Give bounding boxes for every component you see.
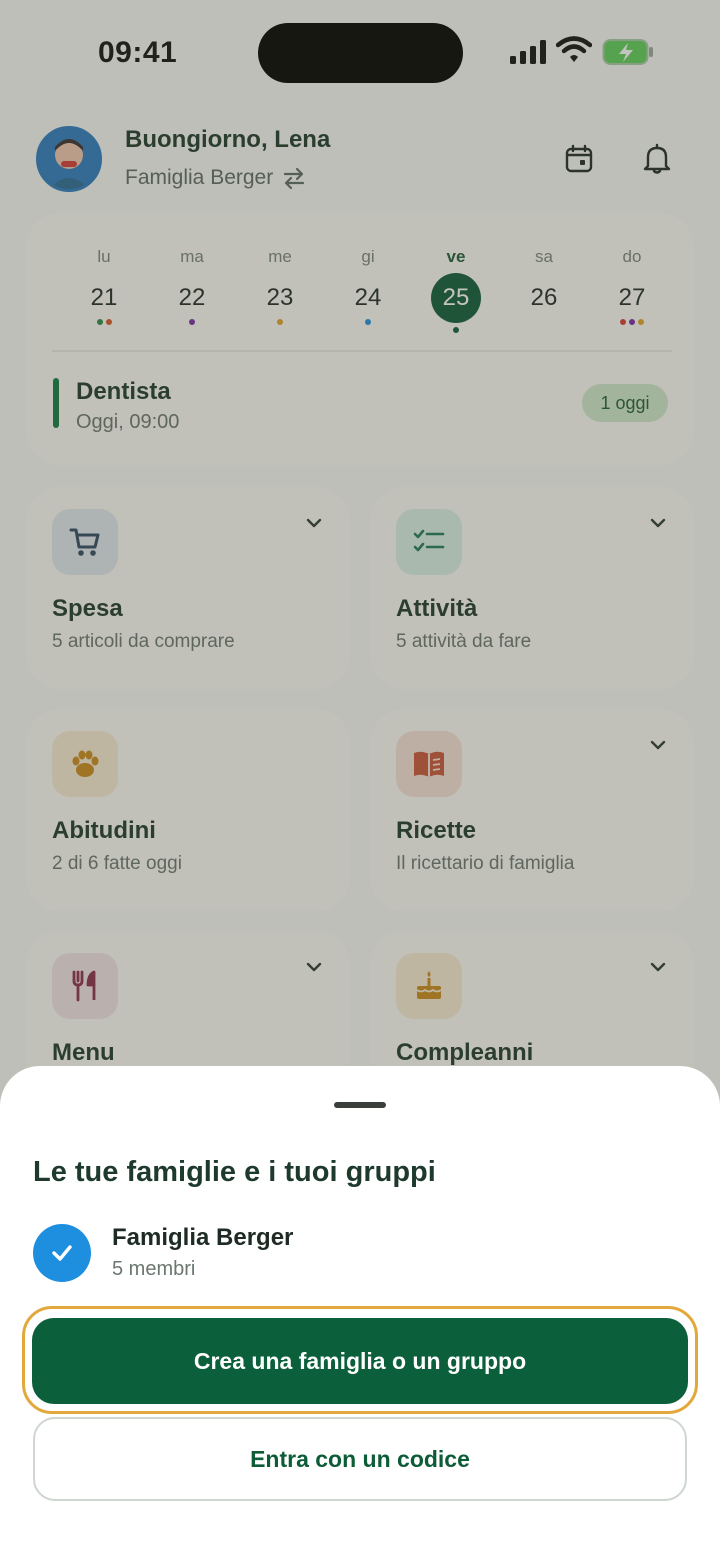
create-family-button[interactable]: Crea una famiglia o un gruppo: [32, 1318, 688, 1404]
home-screen: 09:41 Buongiorno, Lena Famiglia Berger l…: [0, 0, 720, 1564]
family-option-row[interactable]: Famiglia Berger 5 membri: [33, 1222, 687, 1288]
join-with-code-button[interactable]: Entra con un codice: [33, 1417, 687, 1501]
selected-check-icon: [33, 1224, 91, 1282]
family-option-members: 5 membri: [112, 1258, 196, 1280]
family-option-name: Famiglia Berger: [112, 1224, 294, 1251]
sheet-drag-handle[interactable]: [334, 1102, 386, 1108]
sheet-title: Le tue famiglie e i tuoi gruppi: [33, 1156, 436, 1188]
family-bottom-sheet: Le tue famiglie e i tuoi gruppi Famiglia…: [0, 1066, 720, 1564]
